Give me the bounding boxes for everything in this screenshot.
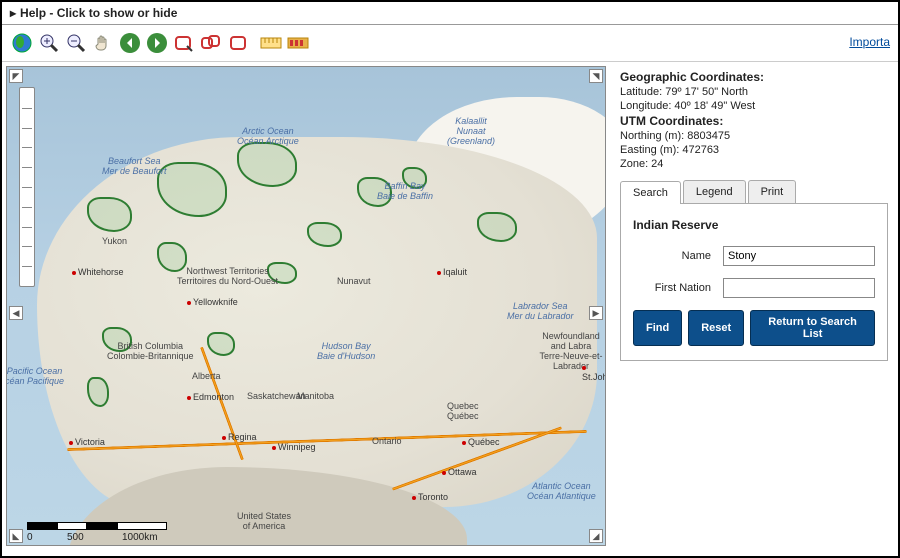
place-label: Yellowknife	[187, 297, 238, 307]
northing-value: Northing (m): 8803475	[620, 130, 888, 142]
zoom-out-icon[interactable]	[64, 31, 88, 55]
identify-icon[interactable]	[286, 31, 310, 55]
zoom-in-icon[interactable]	[37, 31, 61, 55]
territory-label: Northwest TerritoriesTerritoires du Nord…	[177, 267, 278, 287]
water-label: Hudson BayBaie d'Hudson	[317, 342, 375, 362]
search-title: Indian Reserve	[633, 218, 875, 232]
help-toggle-bar[interactable]: ▸ Help - Click to show or hide	[2, 2, 898, 25]
pan-sw-icon[interactable]: ◣	[9, 529, 23, 543]
place-label: Victoria	[69, 437, 105, 447]
help-label: Help - Click to show or hide	[20, 6, 177, 20]
place-label: Toronto	[412, 492, 448, 502]
territory-label: United Statesof America	[237, 512, 291, 532]
select-multi-icon[interactable]	[199, 31, 223, 55]
place-label: Regina	[222, 432, 257, 442]
territory-label: Ontario	[372, 437, 402, 447]
measure-icon[interactable]	[259, 31, 283, 55]
place-label: Whitehorse	[72, 267, 124, 277]
first-nation-input[interactable]	[723, 278, 875, 298]
scale-bar	[27, 500, 167, 530]
longitude-value: Longitude: 40º 18' 49" West	[620, 100, 888, 112]
water-label: Pacific Oceancéan Pacifique	[6, 367, 64, 387]
utm-coord-header: UTM Coordinates:	[620, 114, 723, 128]
pan-se-icon[interactable]: ◢	[589, 529, 603, 543]
territory-label: Alberta	[192, 372, 221, 382]
forward-arrow-icon[interactable]	[145, 31, 169, 55]
globe-icon[interactable]	[10, 31, 34, 55]
name-input[interactable]	[723, 246, 875, 266]
place-label: Winnipeg	[272, 442, 316, 452]
zoom-slider[interactable]	[19, 87, 35, 287]
pan-nw-icon[interactable]: ◤	[9, 69, 23, 83]
place-label: Iqaluit	[437, 267, 467, 277]
tab-legend[interactable]: Legend	[683, 180, 746, 203]
territory-label: Nunavut	[337, 277, 371, 287]
find-button[interactable]: Find	[633, 310, 682, 346]
territory-label: QuebecQuébec	[447, 402, 479, 422]
expand-arrow-icon: ▸	[10, 6, 16, 20]
map-canvas[interactable]: Arctic OceanOcéan Arctique Beaufort SeaMe…	[6, 66, 606, 546]
place-label: Ottawa	[442, 467, 477, 477]
water-label: Beaufort SeaMer de Beaufort	[102, 157, 167, 177]
important-link[interactable]: Importa	[849, 35, 890, 49]
water-label: Baffin BayBaie de Baffin	[377, 182, 433, 202]
reset-button[interactable]: Reset	[688, 310, 744, 346]
territory-label: Yukon	[102, 237, 127, 247]
territory-label: Manitoba	[297, 392, 334, 402]
latitude-value: Latitude: 79º 17' 50" North	[620, 86, 888, 98]
pan-ne-icon[interactable]: ◥	[589, 69, 603, 83]
place-label: St.John's	[582, 362, 606, 382]
water-label: Arctic OceanOcéan Arctique	[237, 127, 299, 147]
geo-coord-header: Geographic Coordinates:	[620, 70, 764, 84]
first-nation-label: First Nation	[633, 282, 723, 294]
pan-w-icon[interactable]: ◀	[9, 306, 23, 320]
zone-value: Zone: 24	[620, 158, 888, 170]
tab-search[interactable]: Search	[620, 181, 681, 204]
select-clear-icon[interactable]	[226, 31, 250, 55]
scale-labels: 0 500 1000km	[27, 532, 158, 543]
easting-value: Easting (m): 472763	[620, 144, 888, 156]
tab-print[interactable]: Print	[748, 180, 797, 203]
water-label: Atlantic OceanOcéan Atlantique	[527, 482, 596, 502]
water-label: Labrador SeaMer du Labrador	[507, 302, 574, 322]
select-rect-icon[interactable]	[172, 31, 196, 55]
territory-label: British ColumbiaColombie-Britannique	[107, 342, 194, 362]
name-label: Name	[633, 250, 723, 262]
return-button[interactable]: Return to Search List	[750, 310, 875, 346]
place-label: Québec	[462, 437, 500, 447]
info-sidebar: Geographic Coordinates: Latitude: 79º 17…	[606, 62, 898, 552]
water-label: KalaallitNunaat(Greenland)	[447, 117, 495, 147]
back-arrow-icon[interactable]	[118, 31, 142, 55]
map-toolbar: Importa	[2, 25, 898, 62]
place-label: Edmonton	[187, 392, 234, 402]
search-panel: Indian Reserve Name First Nation Find Re…	[620, 203, 888, 361]
pan-e-icon[interactable]: ▶	[589, 306, 603, 320]
pan-hand-icon[interactable]	[91, 31, 115, 55]
